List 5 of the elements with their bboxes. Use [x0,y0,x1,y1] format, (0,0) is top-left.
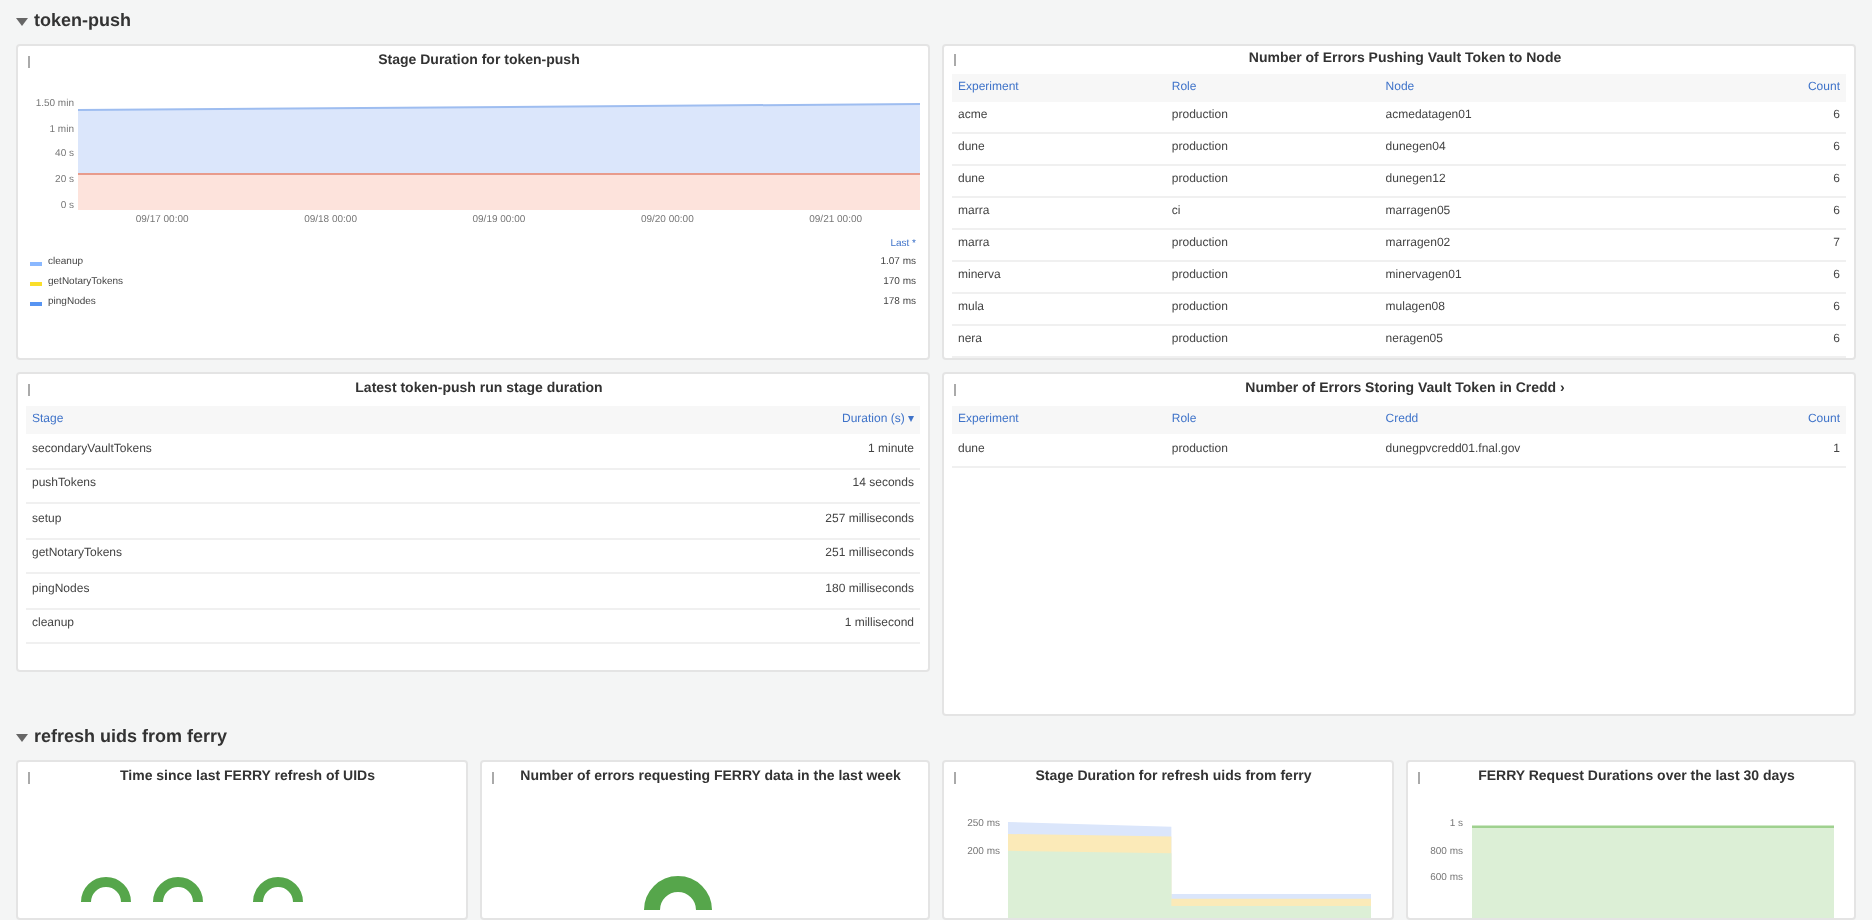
collapse-chevron-icon[interactable] [16,16,28,28]
row-title[interactable]: refresh uids from ferry [34,724,228,752]
row-title[interactable]: token-push [34,8,131,36]
collapse-chevron-icon[interactable] [16,732,28,744]
gauge-drawing [641,870,713,910]
